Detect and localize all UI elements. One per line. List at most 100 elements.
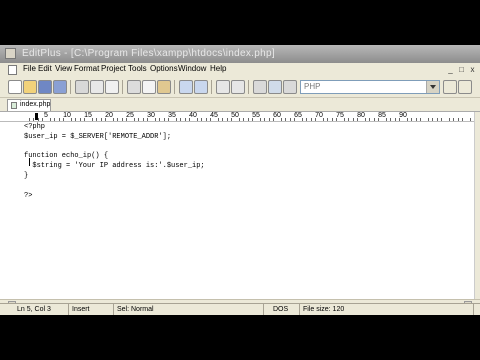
ruler-tick: [369, 118, 371, 121]
line-number-icon[interactable]: [458, 80, 472, 94]
menu-tools[interactable]: Tools: [128, 64, 147, 73]
browser-icon[interactable]: [283, 80, 297, 94]
directory-icon[interactable]: [268, 80, 282, 94]
ruler: 5 10 15 20 25 30 35 40 45 50 55 60 65 70 75 80 85 90: [0, 112, 474, 122]
ruler-tick: [449, 118, 451, 121]
status-file-size: File size: 120: [300, 304, 474, 315]
find-in-files-icon[interactable]: [253, 80, 267, 94]
ruler-tick: [163, 118, 165, 121]
ruler-tick: [243, 118, 245, 121]
document-tab-bar: index.php: [0, 98, 480, 111]
ruler-tick: [138, 118, 140, 121]
ruler-tick: [50, 118, 52, 121]
ruler-tick: [167, 118, 169, 121]
copy-icon[interactable]: [142, 80, 156, 94]
vertical-scrollbar[interactable]: [474, 112, 480, 300]
minimize-button[interactable]: _: [446, 65, 455, 74]
code-text[interactable]: <?php $user_ip = $_SERVER['REMOTE_ADDR']…: [24, 123, 205, 201]
replace-icon[interactable]: [231, 80, 245, 94]
title-bar: EditPlus - [C:\Program Files\xampp\htdoc…: [0, 45, 480, 63]
ruler-tick: [293, 118, 295, 121]
ruler-tick: [310, 118, 312, 121]
menu-format[interactable]: Format: [74, 64, 99, 73]
code-line: function echo_ip() {: [24, 152, 109, 161]
ruler-tick: [323, 118, 325, 121]
menu-window[interactable]: Window: [178, 64, 206, 73]
print-icon[interactable]: [75, 80, 89, 94]
ruler-label: 90: [399, 112, 407, 119]
chevron-down-icon[interactable]: [426, 81, 439, 93]
ruler-tick: [188, 118, 190, 121]
ruler-tick: [457, 118, 459, 121]
ruler-tick: [100, 118, 102, 121]
ruler-tick: [327, 118, 329, 121]
ruler-tick: [365, 118, 367, 121]
code-line: ?>: [24, 191, 33, 200]
language-select[interactable]: PHP: [300, 80, 440, 94]
ruler-tick: [29, 118, 31, 121]
toolbar-separator: [70, 80, 71, 94]
ruler-label: 70: [315, 112, 323, 119]
close-document-button[interactable]: x: [468, 65, 477, 74]
ruler-tick: [41, 118, 43, 121]
ruler-tick: [453, 118, 455, 121]
ruler-tick: [314, 118, 316, 121]
text-caret: [29, 158, 30, 166]
ruler-tick: [419, 118, 421, 121]
language-value: PHP: [304, 82, 321, 91]
ruler-tick: [260, 118, 262, 121]
ruler-tick: [222, 118, 224, 121]
menu-file[interactable]: File: [23, 64, 36, 73]
ruler-tick: [428, 118, 430, 121]
ruler-tick: [268, 118, 270, 121]
ruler-tick: [121, 118, 123, 121]
ruler-tick: [281, 118, 283, 121]
document-icon: [8, 65, 17, 75]
ruler-label: 55: [252, 112, 260, 119]
menu-help[interactable]: Help: [210, 64, 226, 73]
status-format: DOS: [270, 304, 300, 315]
ruler-tick: [205, 118, 207, 121]
restore-button[interactable]: □: [457, 65, 466, 74]
ruler-tick: [272, 118, 274, 121]
ruler-label: 15: [84, 112, 92, 119]
print-preview-icon[interactable]: [90, 80, 104, 94]
code-editor[interactable]: 5 10 15 20 25 30 35 40 45 50 55 60 65 70 75 80 85 90 <?ph…: [0, 111, 480, 300]
ruler-tick: [251, 118, 253, 121]
ruler-label: 5: [44, 112, 48, 119]
menu-options[interactable]: Options: [150, 64, 178, 73]
ruler-label: 40: [189, 112, 197, 119]
find-icon[interactable]: [216, 80, 230, 94]
ruler-label: 30: [147, 112, 155, 119]
paste-icon[interactable]: [157, 80, 171, 94]
ruler-tick: [180, 118, 182, 121]
ruler-tick: [230, 118, 232, 121]
new-file-icon[interactable]: [8, 80, 22, 94]
toolbar-separator: [174, 80, 175, 94]
redo-icon[interactable]: [194, 80, 208, 94]
toolbar-separator: [122, 80, 123, 94]
tab-label: index.php: [20, 101, 51, 108]
tab-index-php[interactable]: index.php: [7, 99, 51, 111]
spell-check-icon[interactable]: [105, 80, 119, 94]
ruler-tick: [218, 118, 220, 121]
menu-view[interactable]: View: [55, 64, 72, 73]
ruler-tick: [470, 118, 472, 121]
toolbar-separator: [211, 80, 212, 94]
ruler-label: 80: [357, 112, 365, 119]
save-icon[interactable]: [38, 80, 52, 94]
ruler-tick: [142, 118, 144, 121]
undo-icon[interactable]: [179, 80, 193, 94]
ruler-tick: [306, 118, 308, 121]
cut-icon[interactable]: [127, 80, 141, 94]
menu-project[interactable]: Project: [101, 64, 126, 73]
status-selection: Sel: Normal: [114, 304, 264, 315]
save-all-icon[interactable]: [53, 80, 67, 94]
word-wrap-icon[interactable]: [443, 80, 457, 94]
menu-edit[interactable]: Edit: [38, 64, 52, 73]
window-title: EditPlus - [C:\Program Files\xampp\htdoc…: [22, 48, 275, 59]
code-line: $string = 'Your IP address is:'.$user_ip…: [24, 162, 205, 171]
status-bar: Ln 5, Col 3 Insert Sel: Normal DOS File …: [0, 303, 480, 315]
open-folder-icon[interactable]: [23, 80, 37, 94]
